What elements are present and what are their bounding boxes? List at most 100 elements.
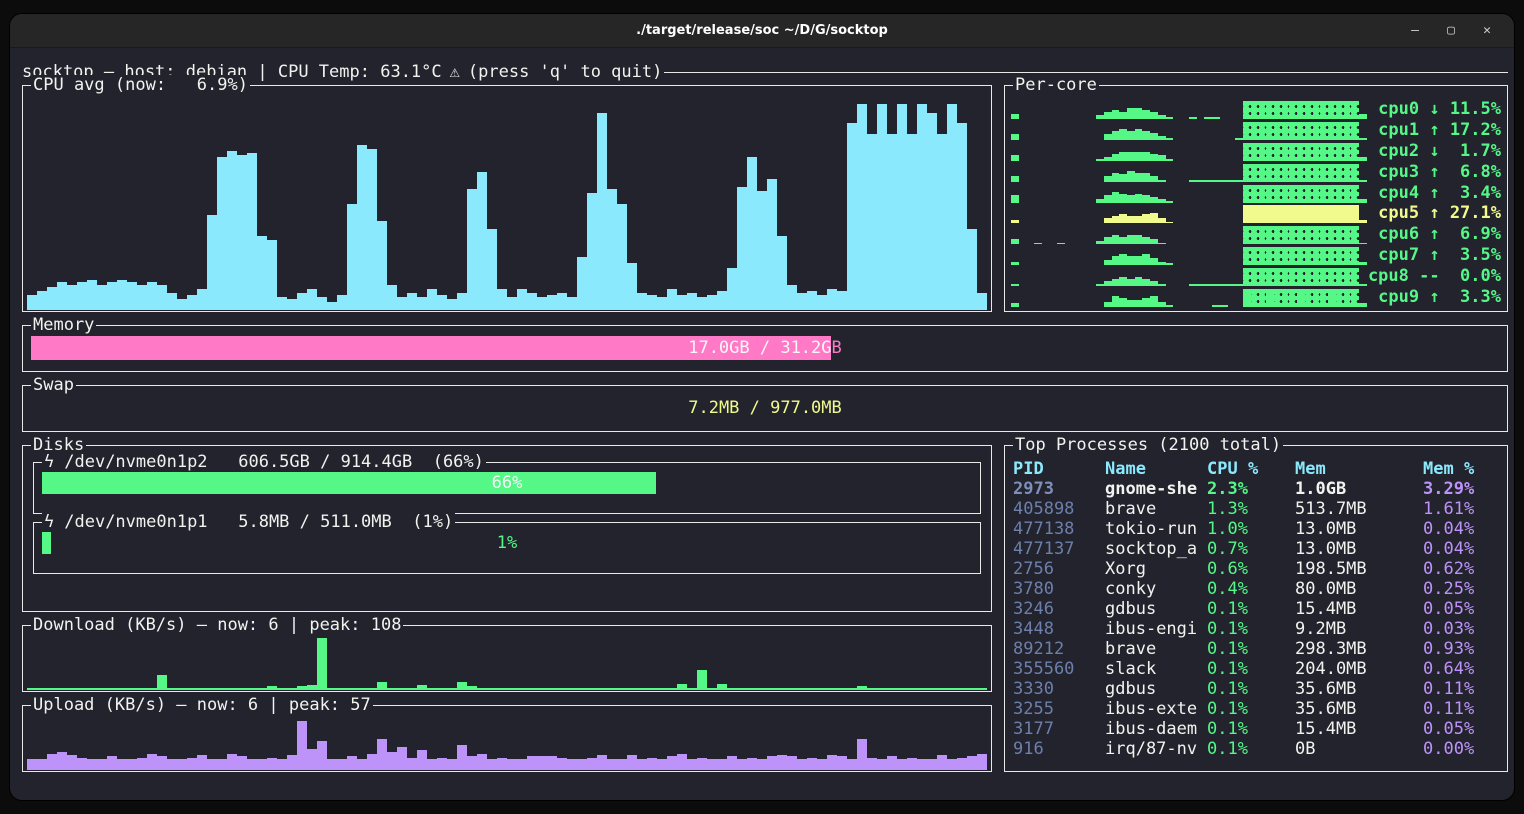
percore-label: cpu0 ↓ 11.5% [1367, 100, 1501, 119]
bar [847, 123, 857, 310]
bar [467, 686, 477, 690]
bar [1142, 195, 1150, 202]
process-row[interactable]: 89212brave0.1%298.3MB0.93% [1013, 639, 1501, 659]
process-cell-pid: 3255 [1013, 699, 1105, 719]
bar [387, 752, 397, 770]
bar [587, 193, 597, 310]
bar [277, 759, 287, 770]
bar [1266, 268, 1274, 286]
column-header[interactable]: Name [1105, 459, 1207, 479]
process-cell-pid: 477137 [1013, 539, 1105, 559]
bar [777, 236, 787, 310]
process-row[interactable]: 3780conky0.4%80.0MB0.25% [1013, 579, 1501, 599]
bar [57, 282, 67, 310]
bar [77, 282, 87, 310]
process-row[interactable]: 2756Xorg0.6%198.5MB0.62% [1013, 559, 1501, 579]
process-row[interactable]: 355560slack0.1%204.0MB0.64% [1013, 659, 1501, 679]
bar [507, 297, 517, 310]
process-cell-pid: 3780 [1013, 579, 1105, 599]
close-icon[interactable]: ✕ [1474, 18, 1500, 44]
bar [207, 215, 217, 310]
column-header[interactable]: CPU % [1207, 459, 1295, 479]
bar [1104, 112, 1112, 119]
window-title: ./target/release/soc ~/D/G/socktop [10, 23, 1514, 38]
column-header[interactable]: PID [1013, 459, 1105, 479]
bar [1320, 205, 1328, 223]
bar [787, 688, 797, 690]
bar [1274, 205, 1282, 223]
bar [1150, 112, 1158, 119]
process-row[interactable]: 3330gdbus0.1%35.6MB0.11% [1013, 679, 1501, 699]
bar [1259, 205, 1267, 223]
bar [287, 688, 297, 690]
bar [867, 134, 877, 310]
bar [637, 759, 647, 770]
process-row[interactable]: 477138tokio-run1.0%13.0MB0.04% [1013, 519, 1501, 539]
swap-gauge: 7.2MB / 977.0MB [31, 396, 1499, 420]
bar [607, 688, 617, 690]
process-row[interactable]: 916irq/87-nv0.1%0B0.00% [1013, 739, 1501, 759]
bar [1320, 226, 1328, 244]
bar [1305, 226, 1313, 244]
bar [1282, 101, 1290, 119]
bar [1351, 205, 1359, 223]
bar [1150, 296, 1158, 307]
bar [127, 759, 137, 770]
bar [217, 157, 227, 310]
minimize-icon[interactable]: – [1402, 18, 1428, 44]
bar [1212, 305, 1220, 307]
percore-label: cpu6 ↑ 6.9% [1367, 225, 1501, 244]
bar [507, 688, 517, 690]
process-cell-mem: 35.6MB [1295, 699, 1423, 719]
quit-hint: (press 'q' to quit) [468, 62, 662, 82]
bar [707, 688, 717, 690]
process-row[interactable]: 3255ibus-exte0.1%35.6MB0.11% [1013, 699, 1501, 719]
bar [1328, 164, 1336, 182]
process-cell-memp: 0.04% [1423, 519, 1501, 539]
bar [617, 204, 627, 310]
titlebar[interactable]: ./target/release/soc ~/D/G/socktop – ▢ ✕ [10, 14, 1514, 48]
bar [227, 688, 237, 690]
bar [1289, 185, 1297, 203]
bar [1289, 289, 1297, 307]
process-cell-nm: irq/87-nv [1105, 739, 1207, 759]
process-row[interactable]: 477137socktop_a0.7%13.0MB0.04% [1013, 539, 1501, 559]
process-row[interactable]: 3177ibus-daem0.1%15.4MB0.05% [1013, 719, 1501, 739]
bar [1112, 131, 1120, 140]
bar [247, 759, 257, 770]
bar [1336, 122, 1344, 140]
column-header[interactable]: Mem [1295, 459, 1423, 479]
bar [637, 293, 647, 310]
bar [337, 759, 347, 770]
process-cell-memp: 0.64% [1423, 659, 1501, 679]
bar [747, 758, 757, 770]
bar [1320, 268, 1328, 286]
process-row[interactable]: 3246gdbus0.1%15.4MB0.05% [1013, 599, 1501, 619]
process-cell-memp: 0.05% [1423, 599, 1501, 619]
percore-row-cpu8: cpu8 -- 0.0% [1011, 265, 1501, 286]
bar [707, 759, 717, 770]
bar [417, 750, 427, 770]
bar [1274, 185, 1282, 203]
bar [1112, 192, 1120, 203]
bar [357, 759, 367, 770]
bar [747, 157, 757, 310]
column-header[interactable]: Mem % [1423, 459, 1501, 479]
bar [197, 688, 207, 690]
process-cell-mem: 198.5MB [1295, 559, 1423, 579]
bar [107, 756, 117, 770]
bar [627, 755, 637, 770]
bar [1344, 101, 1352, 119]
maximize-icon[interactable]: ▢ [1438, 18, 1464, 44]
bar [657, 759, 667, 770]
process-cell-pid: 355560 [1013, 659, 1105, 679]
process-row[interactable]: 2973gnome-she2.3%1.0GB3.29% [1013, 479, 1501, 499]
bar [697, 670, 707, 690]
bar [1328, 247, 1336, 265]
bar [397, 688, 407, 690]
process-row[interactable]: 3448ibus-engi0.1%9.2MB0.03% [1013, 619, 1501, 639]
bar [1266, 143, 1274, 161]
bar [1127, 195, 1135, 202]
process-row[interactable]: 405898brave1.3%513.7MB1.61% [1013, 499, 1501, 519]
bar [257, 688, 267, 690]
